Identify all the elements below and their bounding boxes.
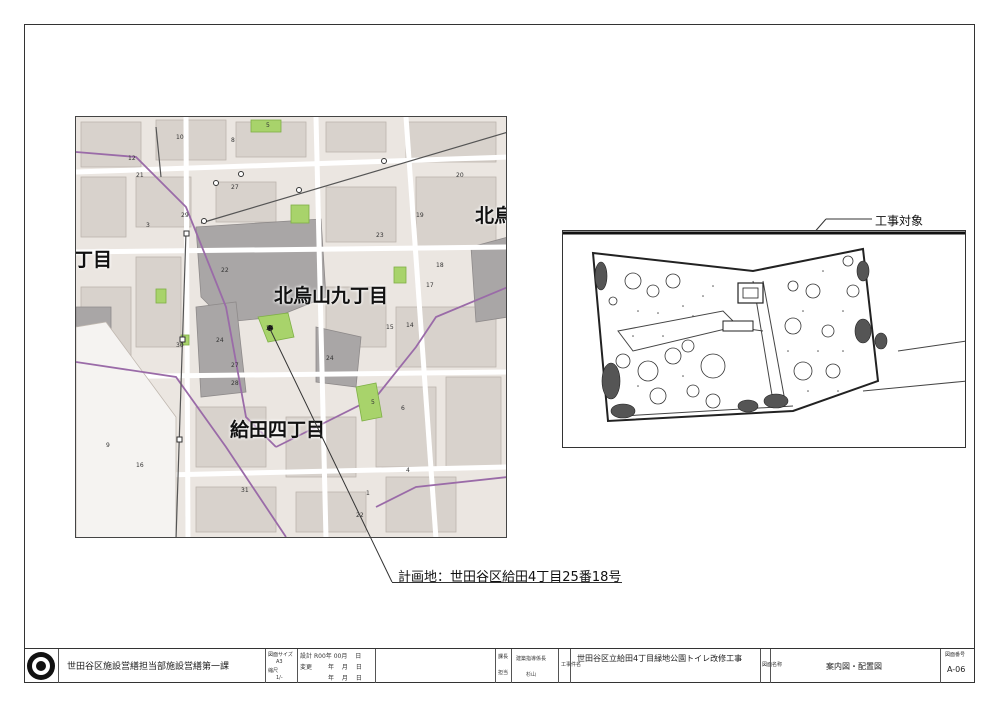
drawing-no-label: 図面番号 [945,652,966,658]
drawing-size-label: 図面サイズ [268,652,293,658]
drawing-number: A-06 [947,665,966,674]
construction-target-label: 工事対象 [875,214,924,228]
design-label: 設計 [300,653,313,660]
dept-label: 課長 [498,654,509,660]
scale-label: 縮尺 [268,668,279,674]
staff-label: 建築指導係長 [516,656,547,662]
change-date: 年 月 日 [328,664,362,671]
drawing-size: A3 [276,659,283,665]
site-plan-graphics [563,231,965,423]
callout-underline [392,582,622,583]
city-emblem-icon [27,652,55,680]
scale: 1/- [276,675,283,681]
design-date: R00年 00月 日 [314,653,362,660]
change-label: 変更 [300,664,313,671]
drawing-name: 案内図・配置図 [826,662,882,671]
title-block: 世田谷区施設営繕担当部施設営繕第一課 図面サイズ A3 縮尺 1/- 設計 R0… [24,648,975,683]
change-date-2: 年 月 日 [328,675,362,682]
site-plan [562,230,966,448]
staff-name: 杉山 [526,672,537,678]
org-name: 世田谷区施設営繕担当部施設営繕第一課 [67,662,230,672]
project-name: 世田谷区立給田4丁目緑地公園トイレ改修工事 [577,654,743,663]
dept-label-2: 担当 [498,670,509,676]
